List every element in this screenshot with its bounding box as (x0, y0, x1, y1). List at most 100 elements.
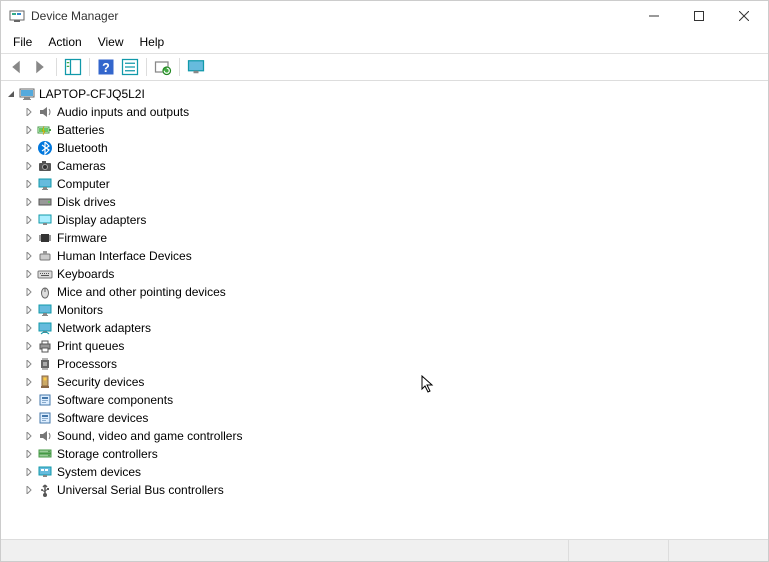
tree-node[interactable]: Bluetooth (3, 139, 766, 157)
menu-help[interactable]: Help (132, 33, 173, 51)
scan-hardware-button[interactable] (152, 56, 174, 78)
mouse-icon (37, 284, 53, 300)
help-button[interactable]: ? (95, 56, 117, 78)
monitor-icon (37, 302, 53, 318)
speaker-icon (37, 428, 53, 444)
tree-node[interactable]: Mice and other pointing devices (3, 283, 766, 301)
tree-node[interactable]: Print queues (3, 337, 766, 355)
tree-node[interactable]: Display adapters (3, 211, 766, 229)
expander-icon[interactable] (21, 194, 37, 210)
menu-file[interactable]: File (5, 33, 40, 51)
expander-icon[interactable] (21, 176, 37, 192)
tree-node[interactable]: Network adapters (3, 319, 766, 337)
expander-icon[interactable] (21, 212, 37, 228)
expander-icon[interactable] (21, 356, 37, 372)
tree-node[interactable]: Human Interface Devices (3, 247, 766, 265)
tree-node[interactable]: Monitors (3, 301, 766, 319)
tree-node-label: Display adapters (57, 213, 146, 227)
expander-icon[interactable] (21, 302, 37, 318)
forward-button[interactable] (29, 56, 51, 78)
tree-node-label: Bluetooth (57, 141, 108, 155)
tree-node[interactable]: Batteries (3, 121, 766, 139)
maximize-button[interactable] (676, 2, 721, 31)
expander-icon[interactable] (21, 266, 37, 282)
expander-icon[interactable] (21, 428, 37, 444)
tree-node-label: Human Interface Devices (57, 249, 192, 263)
tree-node-label: Keyboards (57, 267, 114, 281)
expander-icon[interactable] (21, 482, 37, 498)
expander-icon[interactable] (21, 104, 37, 120)
battery-icon (37, 122, 53, 138)
tree-node[interactable]: Keyboards (3, 265, 766, 283)
computer-icon (19, 86, 35, 102)
expander-icon[interactable] (21, 338, 37, 354)
menubar: File Action View Help (1, 31, 768, 53)
app-icon (9, 8, 25, 24)
tree-node-label: Software devices (57, 411, 148, 425)
tree-node[interactable]: Security devices (3, 373, 766, 391)
speaker-icon (37, 104, 53, 120)
disk-icon (37, 194, 53, 210)
tree-node-label: Audio inputs and outputs (57, 105, 189, 119)
statusbar (1, 539, 768, 561)
toolbar: ? (1, 53, 768, 81)
tree-node-label: Network adapters (57, 321, 151, 335)
monitor-view-button[interactable] (185, 56, 207, 78)
expander-icon[interactable] (21, 122, 37, 138)
minimize-button[interactable] (631, 2, 676, 31)
cpu-icon (37, 356, 53, 372)
window-title: Device Manager (31, 9, 118, 23)
expander-icon[interactable] (21, 158, 37, 174)
tree-node[interactable]: Universal Serial Bus controllers (3, 481, 766, 499)
expander-icon[interactable] (21, 230, 37, 246)
tree-node[interactable]: Storage controllers (3, 445, 766, 463)
expander-icon[interactable] (21, 248, 37, 264)
svg-text:?: ? (102, 61, 110, 75)
tree-node[interactable]: Cameras (3, 157, 766, 175)
camera-icon (37, 158, 53, 174)
toolbar-separator (179, 58, 180, 76)
tree-node-label: Security devices (57, 375, 144, 389)
tree-node-label: Storage controllers (57, 447, 158, 461)
tree-node[interactable]: Software components (3, 391, 766, 409)
tree-node[interactable]: Sound, video and game controllers (3, 427, 766, 445)
expander-icon[interactable] (3, 86, 19, 102)
menu-view[interactable]: View (90, 33, 132, 51)
expander-icon[interactable] (21, 284, 37, 300)
titlebar: Device Manager (1, 1, 768, 31)
usb-icon (37, 482, 53, 498)
back-button[interactable] (5, 56, 27, 78)
expander-icon[interactable] (21, 464, 37, 480)
printer-icon (37, 338, 53, 354)
tree-node[interactable]: Software devices (3, 409, 766, 427)
expander-icon[interactable] (21, 410, 37, 426)
tree-node[interactable]: Firmware (3, 229, 766, 247)
menu-action[interactable]: Action (40, 33, 89, 51)
statusbar-cell-3 (668, 540, 768, 561)
expander-icon[interactable] (21, 446, 37, 462)
expander-icon[interactable] (21, 140, 37, 156)
tree-node-label: Disk drives (57, 195, 116, 209)
tree-node[interactable]: Processors (3, 355, 766, 373)
software-icon (37, 410, 53, 426)
tree-node[interactable]: System devices (3, 463, 766, 481)
tree-node-label: Processors (57, 357, 117, 371)
display-icon (37, 212, 53, 228)
tree-root[interactable]: LAPTOP-CFJQ5L2I (3, 85, 766, 103)
expander-icon[interactable] (21, 374, 37, 390)
tree-node[interactable]: Computer (3, 175, 766, 193)
tree-node-label: Software components (57, 393, 173, 407)
toolbar-separator (89, 58, 90, 76)
tree-node-label: Batteries (57, 123, 104, 137)
tree-node[interactable]: Disk drives (3, 193, 766, 211)
expander-icon[interactable] (21, 320, 37, 336)
action-menu-button[interactable] (119, 56, 141, 78)
device-tree[interactable]: LAPTOP-CFJQ5L2I Audio inputs and outputs B… (1, 81, 768, 535)
expander-icon[interactable] (21, 392, 37, 408)
tree-node[interactable]: Audio inputs and outputs (3, 103, 766, 121)
statusbar-main (1, 540, 568, 561)
close-button[interactable] (721, 2, 766, 31)
security-icon (37, 374, 53, 390)
tree-node-label: System devices (57, 465, 141, 479)
console-tree-button[interactable] (62, 56, 84, 78)
